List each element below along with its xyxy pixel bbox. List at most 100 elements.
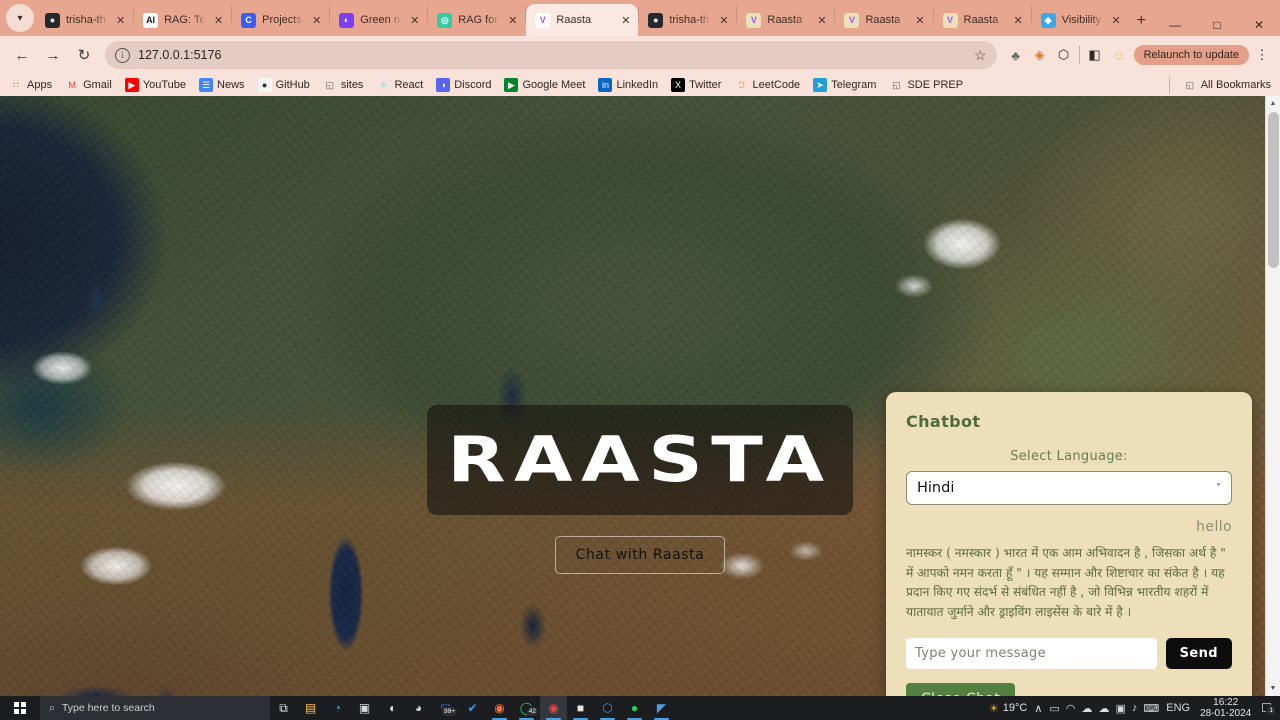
close-chat-button[interactable]: Close Chat — [906, 683, 1016, 696]
bookmark-item[interactable]: ➤ Telegram — [813, 78, 876, 92]
volume-icon[interactable]: ♪ — [1132, 702, 1138, 714]
chrome-menu-button[interactable]: ⋮ — [1252, 47, 1272, 63]
tab-close-icon[interactable]: ✕ — [914, 14, 927, 27]
extension-puzzle-icon[interactable]: ♣ — [1004, 43, 1028, 67]
whatsapp-icon[interactable]: ◯42 — [513, 696, 540, 720]
bookmark-item[interactable]: ⚛ React — [376, 78, 423, 92]
start-button[interactable] — [0, 702, 40, 714]
window-close-button[interactable]: ✕ — [1238, 18, 1280, 32]
browser-tab[interactable]: AI RAG: Te ✕ — [134, 4, 231, 36]
browser-tab[interactable]: ◐ Green n ✕ — [330, 4, 427, 36]
task-view-button[interactable]: ⧉ — [270, 696, 297, 720]
battery-icon[interactable]: ▭ — [1049, 702, 1059, 715]
firefox-icon[interactable]: ◉ — [486, 696, 513, 720]
edge-icon[interactable]: ◔ — [324, 696, 351, 720]
bookmark-item[interactable]: M Gmail — [65, 78, 111, 92]
bookmark-star-icon[interactable]: ☆ — [974, 47, 987, 64]
outlook-icon[interactable]: ✉99+ — [432, 696, 459, 720]
microsoft-store-icon[interactable]: ▣ — [351, 696, 378, 720]
keyboard-icon[interactable]: ⌨ — [1143, 702, 1159, 715]
maximize-button[interactable]: □ — [1196, 18, 1238, 32]
camera-icon[interactable]: ◕ — [405, 696, 432, 720]
minimize-button[interactable]: — — [1154, 18, 1196, 32]
tab-close-icon[interactable]: ✕ — [1110, 14, 1123, 27]
chrome-icon[interactable]: ◉ — [540, 696, 567, 720]
browser-tab[interactable]: V Raasta ✕ — [934, 4, 1031, 36]
extensions-area: ♣ ◈ ⬡ ◧ ☺ — [1004, 43, 1131, 67]
scrollbar-thumb[interactable] — [1268, 112, 1279, 268]
browser-tab[interactable]: ◎ RAG for ✕ — [428, 4, 525, 36]
scroll-down-arrow-icon[interactable]: ▼ — [1266, 681, 1280, 696]
bookmark-item[interactable]: X Twitter — [671, 78, 721, 92]
weather-widget[interactable]: ☀ 19°C — [989, 702, 1027, 715]
screen-icon[interactable]: ▣ — [1115, 702, 1125, 715]
tab-close-icon[interactable]: ✕ — [114, 14, 127, 27]
photos-icon[interactable]: ◤ — [648, 696, 675, 720]
bookmark-item[interactable]: in LinkedIn — [598, 78, 658, 92]
relaunch-to-update-button[interactable]: Relaunch to update — [1133, 45, 1249, 65]
show-hidden-icons-button[interactable]: ∧ — [1034, 702, 1042, 715]
bookmark-item[interactable]: ◱ SDE PREP — [889, 78, 963, 92]
message-input[interactable]: Type your message — [906, 638, 1157, 669]
tab-close-icon[interactable]: ✕ — [212, 14, 225, 27]
todo-icon[interactable]: ✔ — [459, 696, 486, 720]
browser-tab[interactable]: ● trisha-th ✕ — [639, 4, 736, 36]
bookmark-item[interactable]: ● GitHub — [257, 78, 310, 92]
discord-icon: ◑ — [436, 78, 451, 92]
browser-tab[interactable]: V Raasta ✕ — [737, 4, 834, 36]
address-bar[interactable]: i 127.0.0.1:5176 ☆ — [105, 41, 997, 69]
split-screen-icon[interactable]: ◧ — [1083, 43, 1107, 67]
forward-button[interactable]: → — [39, 41, 67, 69]
tab-close-icon[interactable]: ✕ — [310, 14, 323, 27]
bookmark-item[interactable]: ▶ Google Meet — [504, 78, 585, 92]
bookmark-item[interactable]: ◱ sites — [323, 78, 364, 92]
file-explorer-icon[interactable]: ▤ — [297, 696, 324, 720]
profile-avatar-icon[interactable]: ☺ — [1107, 43, 1131, 67]
browser-tab-active[interactable]: V Raasta ✕ — [526, 4, 639, 36]
browser-tab[interactable]: ◆ Visibility ✕ — [1032, 4, 1129, 36]
tab-close-icon[interactable]: ✕ — [717, 14, 730, 27]
tab-close-icon[interactable]: ✕ — [1012, 14, 1025, 27]
tab-close-icon[interactable]: ✕ — [815, 14, 828, 27]
chat-with-raasta-button[interactable]: Chat with Raasta — [555, 536, 725, 574]
site-info-icon[interactable]: i — [115, 47, 130, 63]
browser-tab[interactable]: V Raasta ✕ — [835, 4, 932, 36]
tab-search-button[interactable]: ▾ — [6, 4, 34, 32]
notification-center-button[interactable]: ☐ 1 — [1261, 701, 1276, 716]
all-bookmarks-button[interactable]: ◱ All Bookmarks — [1183, 78, 1271, 92]
bookmark-item[interactable]: ∷ Apps — [9, 78, 52, 92]
pinned-app-icon[interactable]: ◖ — [378, 696, 405, 720]
tab-close-icon[interactable]: ✕ — [619, 14, 632, 27]
bookmark-label: sites — [340, 79, 364, 91]
bookmark-item[interactable]: ◑ Discord — [436, 78, 491, 92]
sun-icon: ☀ — [988, 702, 999, 715]
send-button[interactable]: Send — [1165, 638, 1232, 669]
language-select[interactable]: Hindi ˅ — [906, 471, 1232, 505]
bookmark-item[interactable]: Ɔ LeetCode — [734, 78, 800, 92]
browser-tab[interactable]: C Projects ✕ — [232, 4, 329, 36]
google-meet-icon: ▶ — [504, 78, 519, 92]
page-scrollbar[interactable]: ▲ ▼ — [1265, 96, 1280, 696]
new-tab-button[interactable]: + — [1129, 12, 1154, 36]
metamask-icon[interactable]: ◈ — [1028, 43, 1052, 67]
taskbar-search[interactable]: ⌕ Type here to search — [40, 696, 270, 720]
wallet-icon[interactable]: ⬡ — [1052, 43, 1076, 67]
tab-close-icon[interactable]: ✕ — [506, 14, 519, 27]
vscode-icon[interactable]: ⬡ — [594, 696, 621, 720]
reload-button[interactable]: ↻ — [70, 41, 98, 69]
browser-tab[interactable]: ● trisha-th ✕ — [36, 4, 133, 36]
cloud-icon[interactable]: ☁ — [1098, 702, 1109, 715]
bookmark-label: News — [217, 79, 245, 91]
terminal-icon[interactable]: ■ — [567, 696, 594, 720]
clock[interactable]: 16:22 28-01-2024 — [1197, 697, 1254, 719]
language-indicator[interactable]: ENG — [1166, 702, 1190, 714]
bookmark-item[interactable]: ☰ News — [199, 78, 245, 92]
tab-title: Raasta — [865, 14, 901, 26]
scroll-up-arrow-icon[interactable]: ▲ — [1266, 96, 1280, 111]
spotify-icon[interactable]: ● — [621, 696, 648, 720]
tab-close-icon[interactable]: ✕ — [408, 14, 421, 27]
onedrive-icon[interactable]: ☁ — [1081, 702, 1092, 715]
bookmark-item[interactable]: ▶ YouTube — [124, 78, 186, 92]
wifi-icon[interactable]: ◠ — [1066, 702, 1076, 715]
back-button[interactable]: ← — [8, 41, 36, 69]
